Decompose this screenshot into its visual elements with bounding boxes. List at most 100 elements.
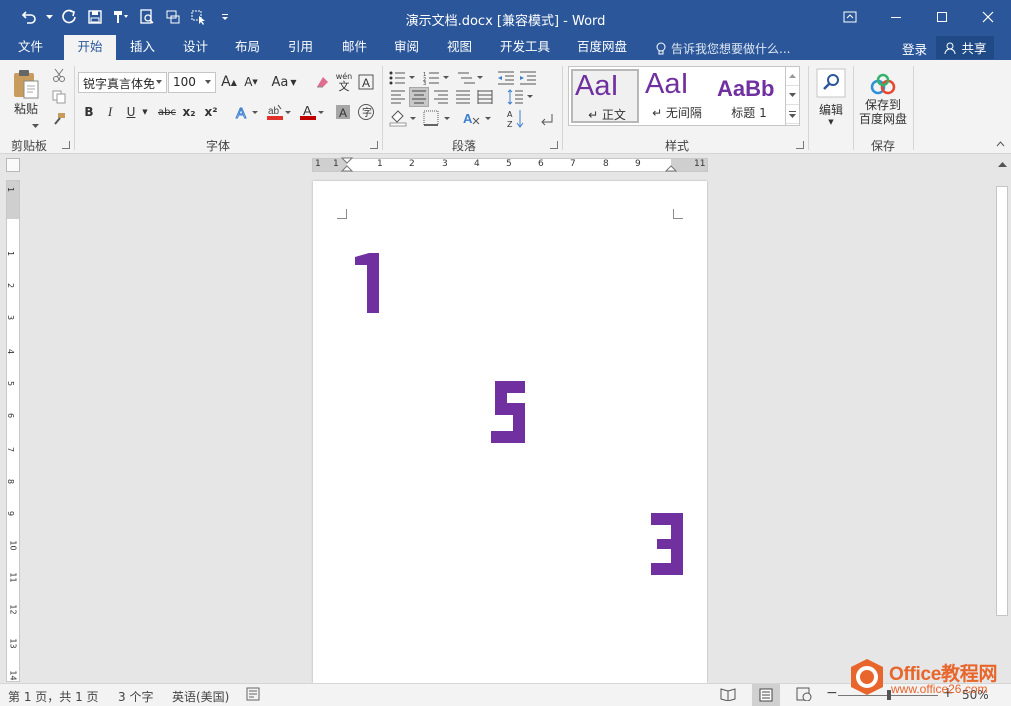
gallery-more-icon[interactable] [786,105,799,124]
text-effects-icon[interactable]: A [232,102,262,122]
chinese-layout-icon[interactable]: A [462,108,494,128]
underline-dropdown-icon[interactable]: ▼ [140,108,150,116]
borders-icon[interactable] [422,108,452,128]
document-page[interactable]: 1 2 3 [313,181,707,683]
svg-text:字: 字 [362,106,372,119]
font-name-combo[interactable]: 锐字真言体免 [78,72,167,93]
document-glyph-1[interactable]: 1 [353,253,383,315]
page-count-status[interactable]: 第 1 页，共 1 页 [8,688,99,705]
align-center-icon[interactable] [409,87,429,107]
font-size-combo[interactable]: 100 [168,72,216,93]
bold-button[interactable]: B [82,102,96,122]
paste-button[interactable]: 粘贴 [8,64,44,120]
editing-button[interactable]: 编辑 ▼ [814,64,848,130]
svg-text:A: A [463,111,473,126]
login-link[interactable]: 登录 [902,39,927,58]
vertical-ruler[interactable]: 1 1 2 3 4 5 6 7 8 9 10 11 12 13 14 [6,180,20,682]
cut-icon[interactable] [50,66,68,84]
paste-dropdown-icon[interactable] [30,122,40,130]
scroll-thumb[interactable] [996,186,1008,616]
tab-review[interactable]: 审阅 [384,35,429,60]
tab-selector[interactable] [6,158,20,172]
save-to-baidu-button[interactable]: 保存到 百度网盘 [858,66,908,132]
align-left-icon[interactable] [388,87,408,107]
read-mode-icon[interactable] [720,687,736,704]
indent-marker-icon[interactable] [341,157,353,173]
ruler-label: 2 [409,159,415,169]
gallery-down-icon[interactable] [786,86,799,105]
character-shading-icon[interactable]: A [334,102,352,122]
underline-button[interactable]: U [124,102,138,122]
align-right-icon[interactable] [431,87,451,107]
tab-developer[interactable]: 开发工具 [490,35,560,60]
vertical-scrollbar[interactable] [994,156,1011,683]
superscript-button[interactable]: x² [202,102,220,122]
horizontal-ruler[interactable]: 1 1 1 2 3 4 5 6 7 8 9 11 [312,157,708,173]
print-layout-icon[interactable] [752,684,780,706]
minimize-icon[interactable] [873,0,919,33]
tab-layout[interactable]: 布局 [225,35,270,60]
ribbon-display-options-icon[interactable] [827,0,873,33]
tab-mailings[interactable]: 邮件 [332,35,377,60]
ruler-label: 10 [8,540,18,551]
bullets-icon[interactable] [388,68,416,88]
maximize-icon[interactable] [919,0,965,33]
line-spacing-icon[interactable] [506,87,534,107]
subscript-button[interactable]: x₂ [180,102,198,122]
tab-view[interactable]: 视图 [437,35,482,60]
sort-icon[interactable]: AZ [506,108,526,130]
gallery-up-icon[interactable] [786,67,799,86]
font-launcher-icon[interactable] [370,141,378,149]
tab-file[interactable]: 文件 [8,35,53,60]
strikethrough-button[interactable]: abc [156,102,178,122]
copy-icon[interactable] [50,88,68,106]
numbering-icon[interactable]: 123 [422,68,450,88]
macro-recording-icon[interactable] [246,687,260,704]
crop-mark-top-left [337,209,347,219]
tab-baidu-netdisk[interactable]: 百度网盘 [567,35,637,60]
grow-font-button[interactable]: A ▲ [220,72,238,92]
multilevel-list-icon[interactable] [456,68,484,88]
paragraph-launcher-icon[interactable] [550,141,558,149]
web-layout-icon[interactable] [796,687,812,704]
style-heading-1[interactable]: AaBb 标题 1 [715,69,783,123]
tab-design[interactable]: 设计 [173,35,218,60]
language-status[interactable]: 英语(美国) [172,688,229,705]
decrease-indent-icon[interactable] [496,68,516,88]
enclose-characters-icon[interactable]: 字 [356,102,376,122]
style-preview: AaBb [717,76,775,101]
tab-references[interactable]: 引用 [278,35,323,60]
style-name: ↵ 无间隔 [652,106,702,120]
clipboard-launcher-icon[interactable] [62,141,70,149]
distributed-icon[interactable] [475,87,495,107]
italic-button[interactable]: I [103,102,117,122]
shading-icon[interactable] [388,108,418,128]
document-glyph-3[interactable]: 3 [647,513,687,575]
tab-insert[interactable]: 插入 [120,35,165,60]
tell-me-box[interactable]: 告诉我您想要做什么... [655,40,790,57]
show-paragraph-marks-icon[interactable] [538,110,556,130]
style-normal[interactable]: AaI ↵ 正文 [571,69,639,123]
shrink-font-button[interactable]: A ▼ [242,72,260,92]
word-count-status[interactable]: 3 个字 [118,688,153,705]
document-glyph-2[interactable]: 2 [489,381,529,443]
clear-formatting-icon[interactable] [312,72,332,92]
change-case-button[interactable]: Aa ▼ [268,72,300,92]
close-icon[interactable] [965,0,1011,33]
increase-indent-icon[interactable] [518,68,538,88]
format-painter-brush-icon[interactable] [50,110,68,128]
zoom-out-button[interactable]: − [826,685,838,701]
collapse-ribbon-icon[interactable] [994,138,1006,150]
styles-launcher-icon[interactable] [796,141,804,149]
style-no-spacing[interactable]: AaI ↵ 无间隔 [643,69,711,123]
highlight-color-icon[interactable]: ab [264,102,294,122]
scroll-up-icon[interactable] [997,158,1008,170]
character-border-icon[interactable]: A [357,72,375,92]
font-color-icon[interactable]: A [297,102,327,122]
share-button[interactable]: 共享 [936,36,994,59]
right-indent-marker-icon[interactable] [665,164,677,172]
ruler-label: 2 [6,282,16,289]
tab-home[interactable]: 开始 [64,35,116,60]
phonetic-guide-button[interactable]: wén 文 [334,70,354,94]
justify-icon[interactable] [453,87,473,107]
